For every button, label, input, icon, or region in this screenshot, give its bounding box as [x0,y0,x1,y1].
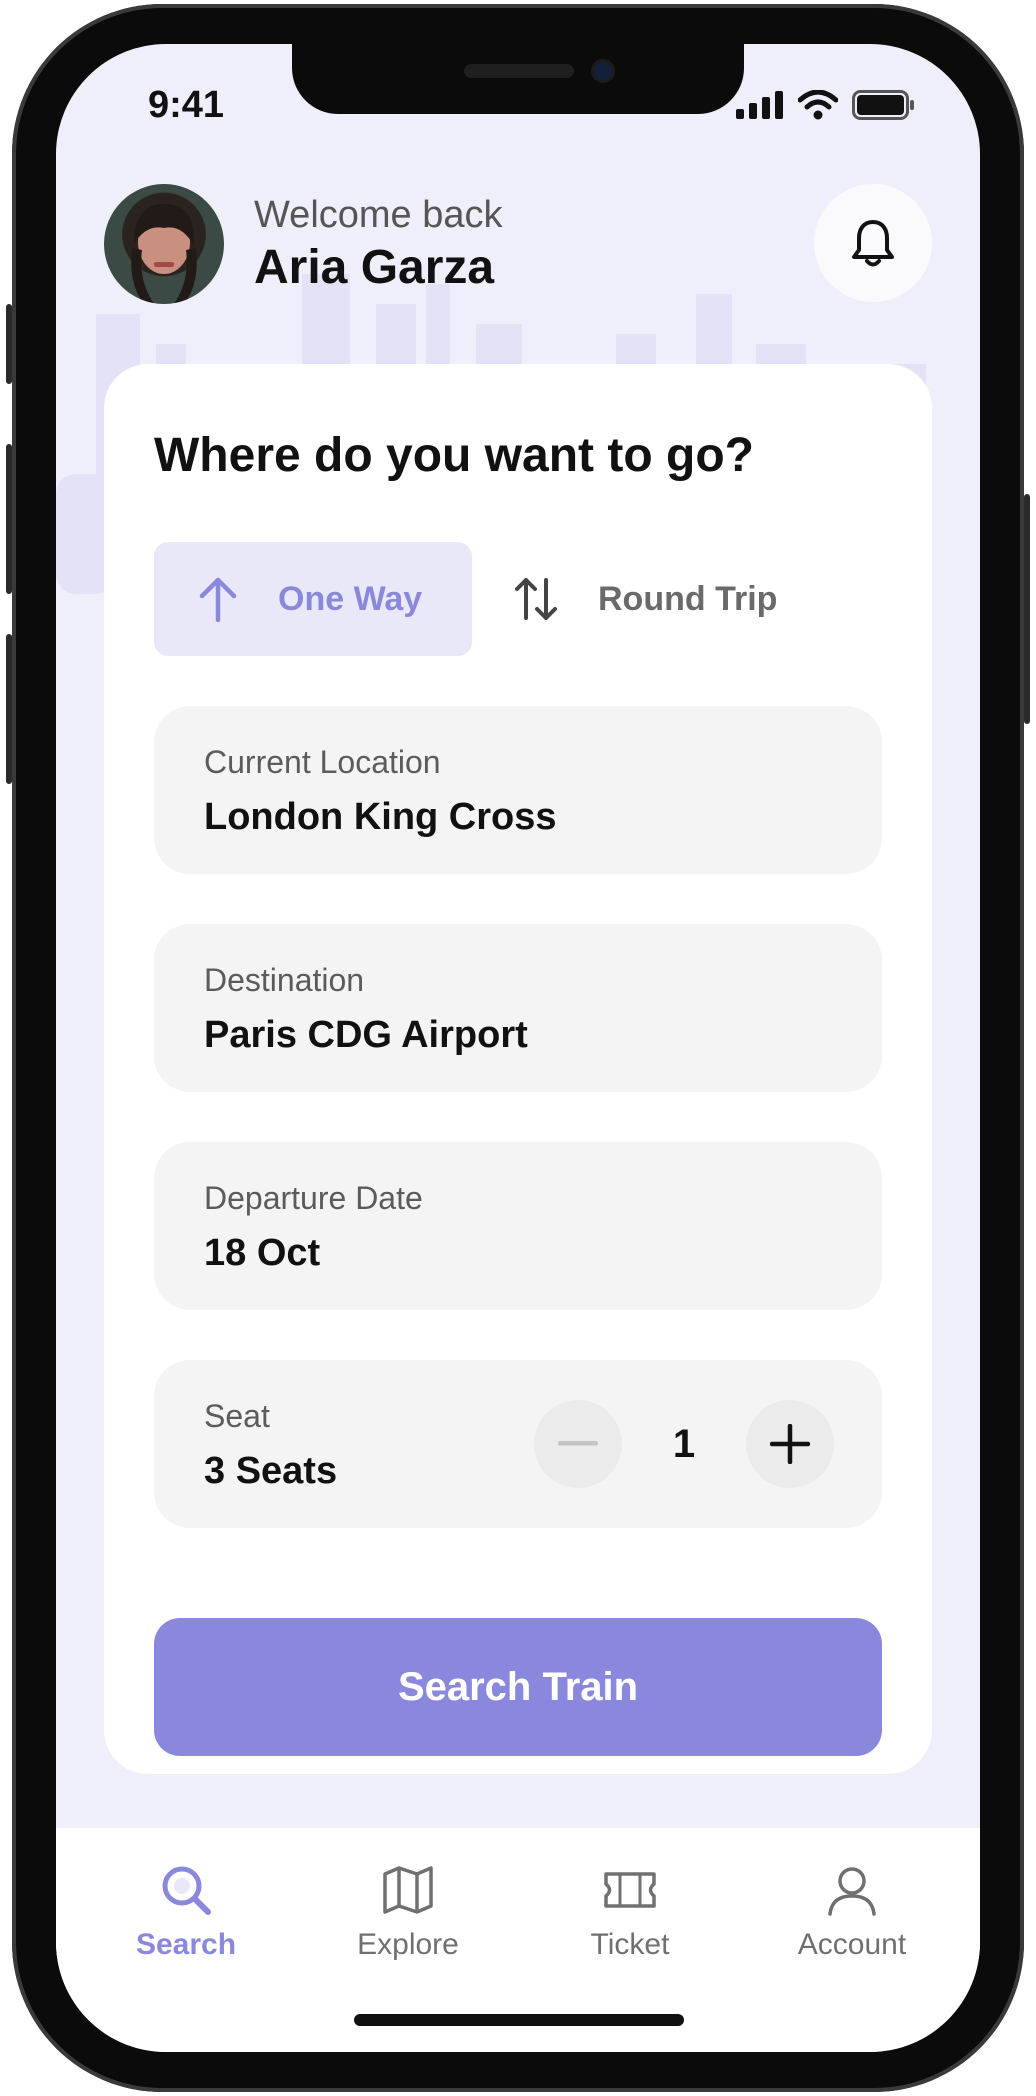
decrement-seat-button[interactable] [534,1400,622,1488]
tab-account[interactable]: Account [772,1862,932,1982]
minus-icon [558,1441,598,1446]
seat-value: 3 Seats [204,1450,338,1492]
user-icon [828,1867,876,1916]
notifications-button[interactable] [814,184,932,302]
destination-label: Destination [204,962,365,998]
volume-down-button [6,634,12,784]
destination-value: Paris CDG Airport [204,1014,528,1056]
battery-icon [852,90,914,120]
user-name: Aria Garza [254,241,495,294]
tab-ticket-label: Ticket [590,1928,670,1961]
arrow-up-icon [199,577,237,622]
welcome-text: Welcome back [254,194,503,236]
tab-explore-label: Explore [357,1928,459,1961]
current-location-label: Current Location [204,744,441,780]
map-icon [383,1866,433,1914]
tab-search-label: Search [135,1928,237,1961]
clock: 9:41 [148,84,225,126]
current-location-field[interactable]: Current Location London King Cross [154,706,882,874]
signal-icon [736,91,783,119]
volume-up-button [6,444,12,594]
search-train-button[interactable]: Search Train [154,1618,882,1756]
search-icon [162,1866,211,1915]
one-way-option[interactable]: One Way [154,542,472,656]
search-card: Where do you want to go? One Way Round T… [104,364,932,1774]
avatar-portrait [131,204,197,304]
home-indicator[interactable] [354,2014,684,2026]
seat-count: 1 [672,1421,696,1466]
app-screen: 9:41 Welcome back Aria Garza Where do yo… [56,44,980,2052]
notch [292,44,744,114]
increment-seat-button[interactable] [746,1400,834,1488]
seat-field: Seat 3 Seats 1 [154,1360,882,1528]
seat-label: Seat [204,1398,270,1434]
tab-search[interactable]: Search [106,1862,266,1982]
round-trip-label: Round Trip [598,579,778,618]
power-button [1024,494,1030,724]
wifi-icon [798,90,838,120]
current-location-value: London King Cross [204,796,557,838]
status-icons [736,90,916,120]
seat-stepper: 1 [534,1400,834,1488]
departure-date-label: Departure Date [204,1180,423,1216]
ticket-icon [604,1872,656,1908]
avatar[interactable] [104,184,224,304]
plus-icon [770,1424,810,1464]
speaker [464,64,574,78]
camera [594,62,612,80]
card-title: Where do you want to go? [154,429,754,482]
departure-date-field[interactable]: Departure Date 18 Oct [154,1142,882,1310]
departure-date-value: 18 Oct [204,1232,321,1274]
destination-field[interactable]: Destination Paris CDG Airport [154,924,882,1092]
round-trip-option[interactable]: Round Trip [514,542,854,656]
profile-header: Welcome back Aria Garza [104,184,932,304]
tab-ticket[interactable]: Ticket [550,1862,710,1982]
trip-type-toggle: One Way Round Trip [154,542,882,656]
mute-switch [6,304,12,384]
tab-account-label: Account [797,1928,907,1961]
bell-icon [852,220,894,267]
tab-explore[interactable]: Explore [328,1862,488,1982]
swap-vertical-icon [515,578,557,620]
one-way-label: One Way [278,579,423,618]
